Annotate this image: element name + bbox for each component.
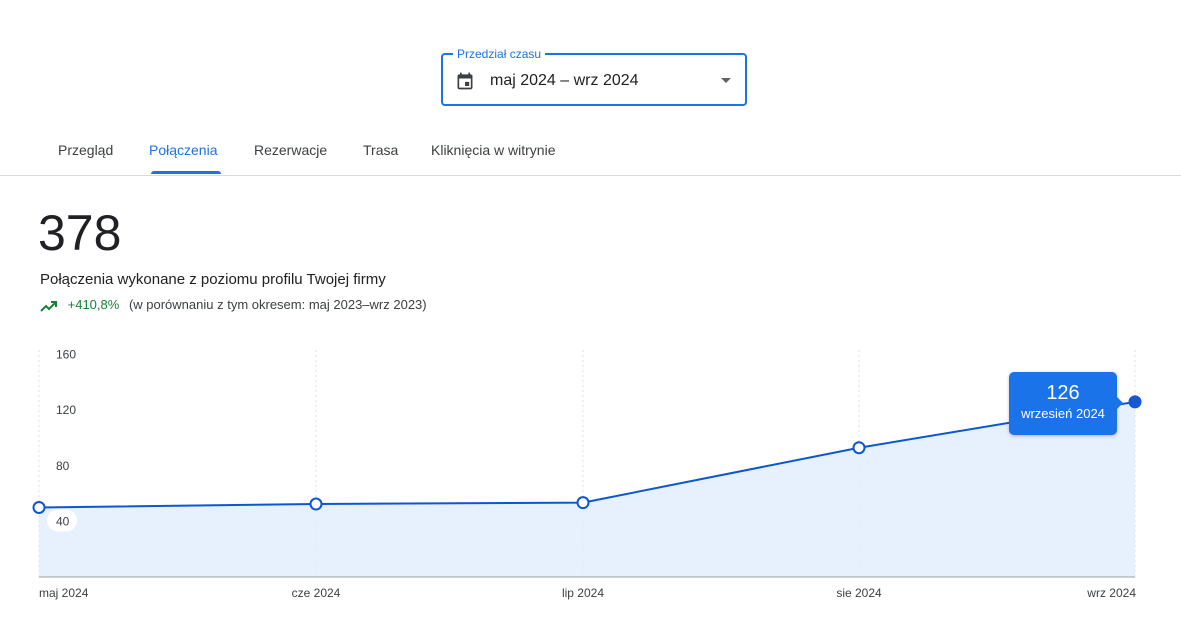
y-tick-label: 80 bbox=[56, 459, 70, 473]
tab-website-clicks[interactable]: Kliknięcia w witrynie bbox=[431, 142, 555, 158]
tab-bar: Przegląd Połączenia Rezerwacje Trasa Kli… bbox=[0, 130, 1181, 176]
trend-row: +410,8% (w porównaniu z tym okresem: maj… bbox=[40, 297, 427, 312]
tab-calls[interactable]: Połączenia bbox=[149, 142, 218, 158]
tab-bookings[interactable]: Rezerwacje bbox=[254, 142, 327, 158]
data-point bbox=[576, 496, 590, 510]
x-tick-label: wrz 2024 bbox=[1086, 586, 1136, 600]
metric-description: Połączenia wykonane z poziomu profilu Tw… bbox=[40, 271, 386, 288]
data-point bbox=[309, 497, 323, 511]
tooltip-value: 126 bbox=[1046, 382, 1080, 404]
data-point bbox=[852, 441, 866, 455]
active-tab-indicator bbox=[151, 171, 221, 174]
y-tick-label: 40 bbox=[56, 514, 70, 528]
dropdown-arrow-icon[interactable] bbox=[721, 78, 731, 83]
x-tick-label: sie 2024 bbox=[836, 586, 882, 600]
metric-value: 378 bbox=[38, 205, 122, 261]
x-tick-label: maj 2024 bbox=[39, 586, 89, 600]
x-tick-label: cze 2024 bbox=[292, 586, 341, 600]
y-tick-label: 160 bbox=[56, 348, 76, 362]
x-tick-label: lip 2024 bbox=[562, 586, 604, 600]
trend-percentage: +410,8% bbox=[67, 297, 120, 312]
date-range-picker[interactable]: Przedział czasu maj 2024 – wrz 2024 bbox=[441, 46, 747, 106]
calls-chart: 40 80 120 160 maj 2024 cze 2024 lip 2024 sie 20… bbox=[32, 348, 1142, 600]
tooltip-label: wrzesień 2024 bbox=[1021, 406, 1105, 421]
date-range-value: maj 2024 – wrz 2024 bbox=[490, 72, 639, 89]
calendar-icon bbox=[457, 72, 473, 90]
chart-tooltip: 126 wrzesień 2024 bbox=[1009, 372, 1123, 435]
data-point-highlighted bbox=[1128, 395, 1142, 409]
tab-overview[interactable]: Przegląd bbox=[58, 142, 113, 158]
y-tick-label: 120 bbox=[56, 403, 76, 417]
data-point bbox=[32, 501, 46, 514]
tab-directions[interactable]: Trasa bbox=[363, 142, 398, 158]
trending-up-icon bbox=[40, 300, 57, 312]
date-range-label: Przedział czasu bbox=[453, 46, 546, 62]
series-area bbox=[39, 401, 1135, 577]
trend-comparison: (w porównaniu z tym okresem: maj 2023–wr… bbox=[128, 297, 427, 312]
